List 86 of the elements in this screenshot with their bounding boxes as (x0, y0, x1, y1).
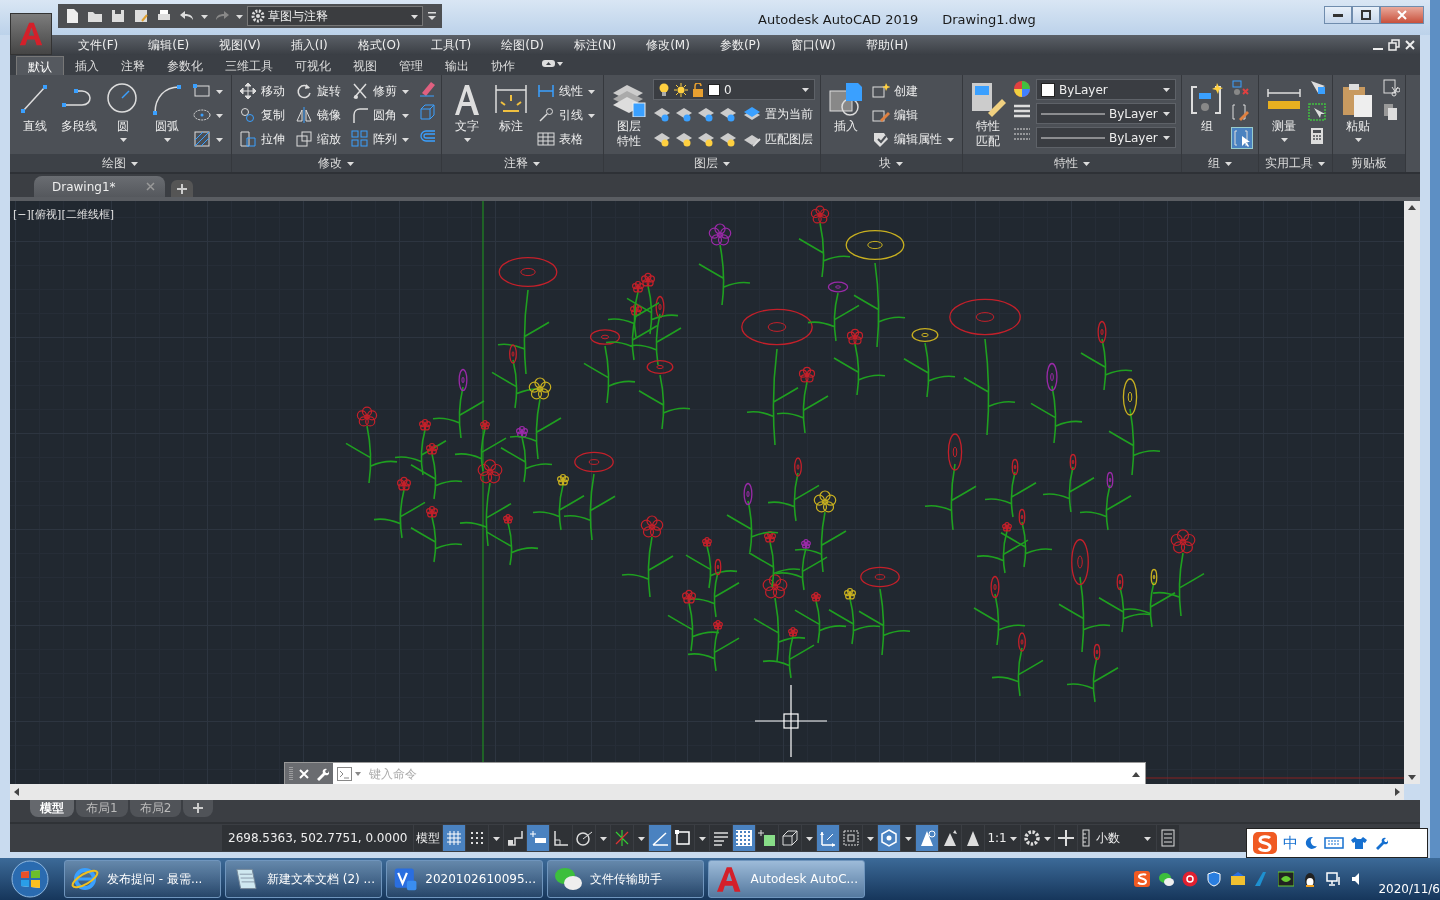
panel-title[interactable]: 注释 (442, 154, 603, 172)
ribbon-tool-button[interactable]: 测量 (1264, 79, 1304, 154)
menu-item[interactable]: 视图(V) (205, 36, 277, 54)
ribbon-tab[interactable]: 默认 (16, 56, 64, 75)
annotation-scale-dropdown[interactable]: 1:1 (985, 825, 1020, 851)
ribbon-tool-button[interactable]: 粘贴 (1338, 79, 1378, 154)
file-tab[interactable]: Drawing1* (34, 176, 165, 197)
ribbon-tool-button[interactable]: 旋转 (293, 79, 343, 103)
menu-item[interactable]: 标注(N) (559, 36, 633, 54)
ribbon-tool-button[interactable]: 线性 (535, 79, 598, 103)
ribbon-tab[interactable]: 输出 (434, 56, 480, 75)
ribbon-tab[interactable]: 可视化 (284, 56, 342, 75)
ribbon-tool-button[interactable]: 圆弧 (147, 79, 187, 154)
panel-title[interactable]: 组 (1182, 154, 1258, 172)
menu-item[interactable]: 文件(F) (64, 36, 135, 54)
panel-title[interactable]: 实用工具 (1259, 154, 1332, 172)
date-text[interactable]: 2020/11/6 (1378, 882, 1440, 896)
ribbon-tool-button[interactable]: 编辑 (870, 103, 957, 127)
color-dropdown[interactable]: ByLayer (1036, 79, 1176, 100)
units-dropdown[interactable]: 小数 (1077, 825, 1156, 851)
ribbon-tool-button[interactable]: 移动 (237, 79, 287, 103)
panel-title[interactable]: 图层 (604, 154, 820, 172)
menu-item[interactable]: 绘图(D) (487, 36, 560, 54)
ribbon-tab[interactable]: 注释 (110, 56, 156, 75)
layer-dropdown[interactable]: 0 (653, 79, 815, 100)
ribbon-tool-button[interactable]: 镜像 (293, 103, 343, 127)
workspace-dropdown[interactable]: 草图与注释 (247, 6, 423, 26)
drawing-canvas[interactable]: [−][俯视][二维线框] 键入命令 (10, 201, 1404, 784)
ribbon-tab[interactable]: 协作 (480, 56, 526, 75)
menu-item[interactable]: 插入(I) (276, 36, 344, 54)
ribbon-tool-button[interactable]: 圆角 (349, 103, 412, 127)
ribbon-tab[interactable]: 视图 (342, 56, 388, 75)
input-method-bar[interactable]: 中 (1246, 828, 1428, 858)
ribbon-tool-button[interactable]: 组 (1187, 79, 1227, 154)
ribbon-tool-button[interactable]: 置为当前 (741, 105, 815, 123)
ribbon-tool-button[interactable]: 圆 (103, 79, 143, 154)
taskbar-button[interactable]: 2020102610095... (386, 860, 543, 898)
layout-tab[interactable]: 模型 (30, 800, 74, 817)
ribbon-tab[interactable]: 参数化 (156, 56, 214, 75)
ribbon-tab[interactable]: 管理 (388, 56, 434, 75)
menu-item[interactable]: 参数(P) (705, 36, 777, 54)
command-line-field[interactable]: 键入命令 (333, 763, 1145, 784)
ribbon-tab[interactable]: 三维工具 (214, 56, 284, 75)
ribbon-tool-button[interactable]: 多段线 (59, 79, 99, 154)
app-title: Autodesk AutoCAD 2019 (758, 11, 919, 27)
ribbon-tool-button[interactable]: 修剪 (349, 79, 412, 103)
ribbon-tool-button[interactable]: 特性匹配 (968, 79, 1008, 154)
coordinates-readout: 2698.5363, 502.7751, 0.0000 (222, 825, 414, 851)
ribbon-tool-button[interactable]: 文字 (447, 79, 487, 154)
menu-item[interactable]: 窗口(W) (776, 36, 852, 54)
lineweight-dropdown[interactable]: ByLayer (1036, 127, 1176, 148)
file-name: Drawing1.dwg (942, 11, 1036, 27)
ribbon-tool-button[interactable]: 表格 (535, 127, 598, 151)
ribbon-tool-button[interactable]: 图层特性 (609, 79, 649, 154)
menu-item[interactable]: 帮助(H) (851, 36, 925, 54)
ribbon-tab[interactable]: 插入 (64, 56, 110, 75)
viewport-label[interactable]: [−][俯视][二维线框] (13, 207, 114, 222)
panel-title[interactable]: 特性 (963, 154, 1181, 172)
ribbon-tool-button[interactable]: 标注 (491, 79, 531, 154)
menu-item[interactable]: 编辑(E) (134, 36, 206, 54)
menu-item[interactable]: 格式(O) (343, 36, 417, 54)
ribbon-tool-button[interactable]: 直线 (15, 79, 55, 154)
ribbon-tool-button[interactable]: 插入 (826, 79, 866, 154)
model-space-button[interactable]: 模型 (414, 825, 443, 851)
ribbon-tool-button[interactable]: 编辑属性 (870, 127, 957, 151)
layout-tab[interactable]: 布局1 (76, 800, 128, 817)
panel-title[interactable]: 修改 (232, 154, 441, 172)
panel-title[interactable]: 块 (821, 154, 962, 172)
linetype-dropdown[interactable]: ByLayer (1036, 103, 1176, 124)
ribbon-tool-button[interactable]: 阵列 (349, 127, 412, 151)
taskbar-button[interactable]: 新建文本文档 (2) ... (225, 860, 382, 898)
ribbon-tool-button[interactable]: 创建 (870, 79, 957, 103)
ribbon-tool-button[interactable]: 引线 (535, 103, 598, 127)
layout-tab[interactable]: 布局2 (129, 800, 182, 817)
menu-item[interactable]: 工具(T) (416, 36, 488, 54)
command-input-field[interactable]: 键入命令 (367, 766, 1127, 782)
panel-title[interactable]: 剪贴板 (1333, 154, 1405, 172)
ribbon-tool-button[interactable]: 复制 (237, 103, 287, 127)
ribbon-tool-button[interactable]: 拉伸 (237, 127, 287, 151)
panel-title[interactable]: 绘图 (10, 154, 231, 172)
taskbar-button[interactable]: 发布提问 - 最需... (64, 860, 221, 898)
ribbon-tool-button[interactable]: 缩放 (293, 127, 343, 151)
menu-item[interactable]: 修改(M) (632, 36, 706, 54)
taskbar-button[interactable]: 文件传输助手 (547, 860, 704, 898)
input-mode-label[interactable]: 中 (1283, 833, 1298, 853)
ribbon-tool-button[interactable]: 匹配图层 (741, 130, 815, 148)
